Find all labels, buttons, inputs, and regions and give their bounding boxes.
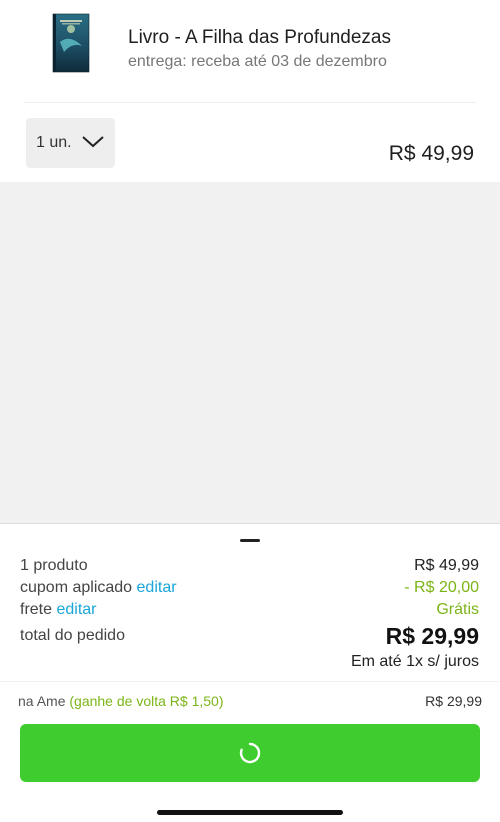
ame-label: na Ame <box>18 693 66 709</box>
empty-content-area <box>0 182 500 524</box>
installments-info: Em até 1x s/ juros <box>350 653 479 670</box>
shipping-value: Grátis <box>436 601 479 618</box>
summary-row-total: total do pedido R$ 29,99 <box>20 623 479 653</box>
summary-row-shipping: frete editar Grátis <box>20 601 479 623</box>
sheet-drag-handle[interactable] <box>240 539 260 542</box>
product-title[interactable]: Livro - A Filha das Profundezas <box>128 27 391 49</box>
shipping-label: frete <box>20 601 53 618</box>
coupon-discount: - R$ 20,00 <box>404 579 479 596</box>
coupon-label: cupom aplicado <box>20 579 133 596</box>
ame-cashback-info: na Ame (ganhe de volta R$ 1,50) <box>18 693 223 709</box>
loading-spinner-icon <box>239 742 261 764</box>
products-label: 1 produto <box>20 557 88 574</box>
ame-price: R$ 29,99 <box>425 693 482 709</box>
ame-cashback: (ganhe de volta R$ 1,50) <box>69 693 224 709</box>
order-summary-sheet: 1 produto R$ 49,99 cupom aplicado editar… <box>0 523 500 822</box>
chevron-down-icon <box>82 136 104 148</box>
delivery-estimate: entrega: receba até 03 de dezembro <box>128 53 387 70</box>
summary-row-coupon: cupom aplicado editar - R$ 20,00 <box>20 579 479 601</box>
total-value: R$ 29,99 <box>385 623 479 649</box>
home-indicator[interactable] <box>157 810 343 815</box>
quantity-value: 1 un. <box>36 134 72 151</box>
item-divider <box>24 102 476 103</box>
quantity-selector[interactable]: 1 un. <box>26 118 115 168</box>
summary-divider <box>0 681 500 682</box>
book-cover-image[interactable] <box>50 12 92 74</box>
summary-row-products: 1 produto R$ 49,99 <box>20 557 479 579</box>
checkout-button[interactable] <box>20 724 480 782</box>
total-label: total do pedido <box>20 627 125 644</box>
item-price: R$ 49,99 <box>388 142 474 165</box>
products-value: R$ 49,99 <box>414 557 479 574</box>
edit-coupon-link[interactable]: editar <box>137 579 177 596</box>
cart-item: Livro - A Filha das Profundezas entrega:… <box>0 0 500 182</box>
edit-shipping-link[interactable]: editar <box>56 601 96 618</box>
